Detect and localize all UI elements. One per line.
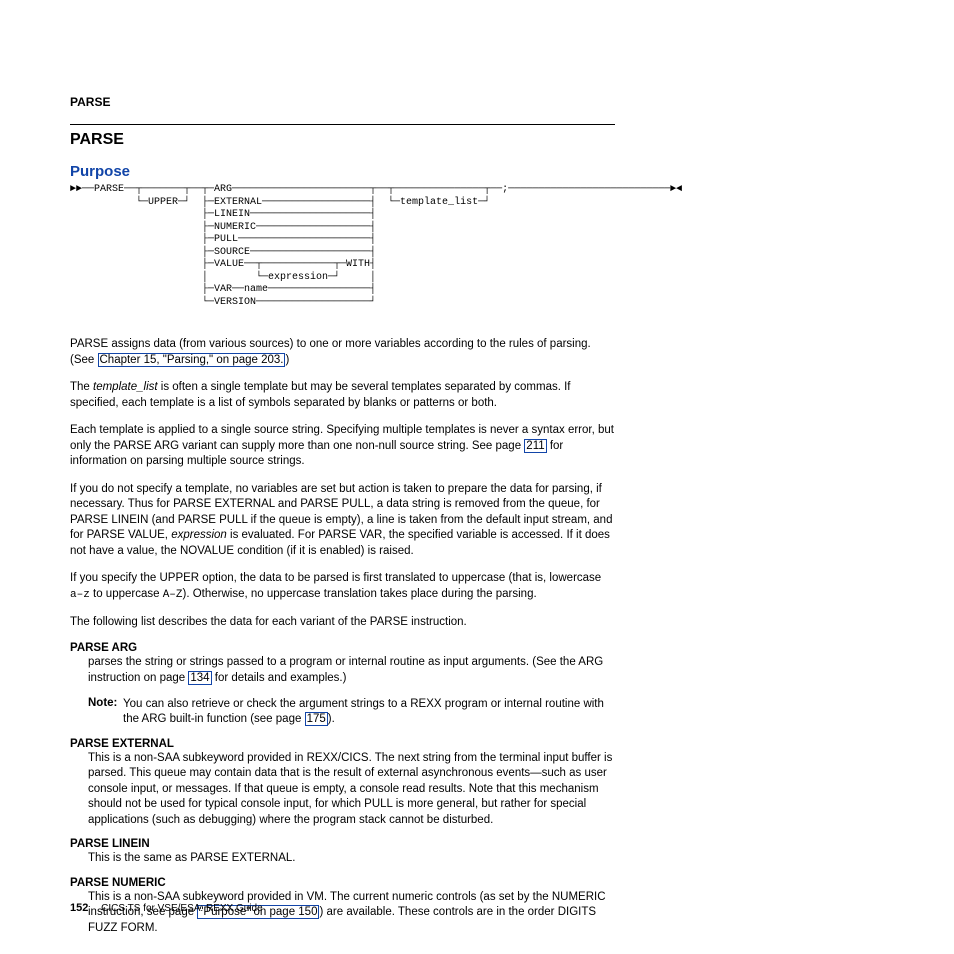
text: ). — [328, 713, 335, 725]
page: PARSE PARSE Purpose ►►──PARSE──┬───────┬… — [0, 0, 954, 954]
paragraph: The following list describes the data fo… — [70, 615, 615, 631]
page-number: 152 — [70, 902, 88, 914]
mono-text: A–Z — [163, 589, 183, 601]
text: If you specify the UPPER option, the dat… — [70, 572, 601, 584]
subsection-title: Purpose — [70, 163, 784, 180]
note: Note: You can also retrieve or check the… — [88, 696, 615, 728]
text: for details and examples.) — [212, 672, 347, 684]
paragraph: PARSE assigns data (from various sources… — [70, 337, 615, 368]
note-body: You can also retrieve or check the argum… — [123, 697, 615, 728]
def-term: PARSE EXTERNAL — [70, 738, 784, 750]
section-title: PARSE — [70, 131, 784, 149]
xref-link[interactable]: Chapter 15, "Parsing," on page 203. — [98, 353, 286, 367]
def-term: PARSE ARG — [70, 642, 784, 654]
xref-link[interactable]: 211 — [524, 439, 546, 453]
text: You can also retrieve or check the argum… — [123, 698, 604, 726]
text: to uppercase — [90, 588, 163, 600]
def-term: PARSE LINEIN — [70, 838, 784, 850]
syntax-diagram: ►►──PARSE──┬───────┬──┬─ARG─────────────… — [70, 184, 784, 309]
page-footer: 152 CICS TS for VSE/ESA: REXX Guide — [70, 902, 263, 914]
paragraph: The template_list is often a single temp… — [70, 380, 615, 411]
def-term: PARSE NUMERIC — [70, 877, 784, 889]
def-desc: parses the string or strings passed to a… — [88, 655, 615, 686]
def-desc: This is a non-SAA subkeyword provided in… — [88, 751, 615, 829]
term-italic: template_list — [93, 381, 158, 393]
text: ). Otherwise, no uppercase translation t… — [183, 588, 537, 600]
xref-link[interactable]: 134 — [188, 671, 211, 685]
term-italic: expression — [171, 529, 227, 541]
note-label: Note: — [88, 697, 117, 709]
running-header: PARSE — [70, 95, 784, 109]
rule-top — [70, 124, 615, 125]
def-desc: This is the same as PARSE EXTERNAL. — [88, 851, 615, 867]
footer-text: CICS TS for VSE/ESA: REXX Guide — [101, 903, 263, 914]
text: The — [70, 381, 93, 393]
paragraph: If you do not specify a template, no var… — [70, 482, 615, 560]
text: ) — [285, 354, 289, 366]
mono-text: a–z — [70, 589, 90, 601]
paragraph: Each template is applied to a single sou… — [70, 423, 615, 470]
paragraph: If you specify the UPPER option, the dat… — [70, 571, 615, 602]
xref-link[interactable]: 175 — [305, 712, 328, 726]
